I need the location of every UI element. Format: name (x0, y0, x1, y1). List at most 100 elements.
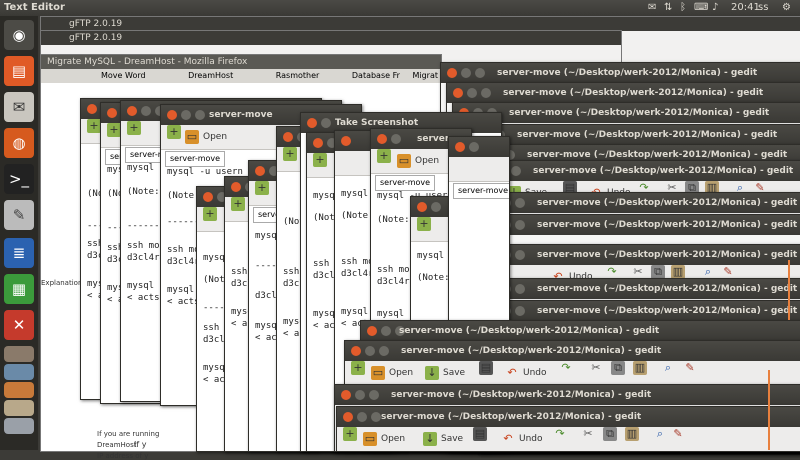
save-button[interactable]: Save (441, 427, 463, 451)
open-button[interactable]: Open (415, 149, 439, 173)
close-icon[interactable] (343, 412, 353, 422)
browser-tab[interactable]: Rasmother (276, 71, 320, 80)
paste-icon[interactable]: ▥ (633, 361, 647, 375)
page-link[interactable]: DreamHost (97, 441, 136, 449)
cut-icon[interactable]: ✂ (581, 427, 595, 441)
open-button[interactable]: Open (389, 361, 413, 385)
mail-icon[interactable]: ✉ (648, 2, 656, 13)
redo-icon[interactable]: ↷ (553, 427, 567, 441)
print-icon[interactable]: ▤ (479, 361, 493, 375)
undo-button[interactable]: Undo (519, 427, 543, 451)
maximize-icon[interactable] (379, 346, 389, 356)
close-icon[interactable] (127, 106, 137, 116)
keyboard-icon[interactable]: ⌨ (694, 2, 708, 13)
stacked-apps-icon[interactable] (4, 418, 34, 434)
ubuntu-icon[interactable]: ◉ (4, 20, 34, 50)
close-icon[interactable] (255, 166, 265, 176)
writer-icon[interactable]: ≣ (4, 238, 34, 268)
text-editor-icon[interactable]: ✎ (4, 200, 34, 230)
minimize-icon[interactable] (467, 88, 477, 98)
minimize-icon[interactable] (431, 202, 441, 212)
search-icon[interactable]: ⌕ (701, 265, 715, 279)
close-icon[interactable] (377, 134, 387, 144)
close-icon[interactable] (307, 118, 317, 128)
new-document-icon[interactable]: + (377, 149, 391, 163)
close-icon[interactable] (447, 68, 457, 78)
maximize-icon[interactable] (515, 284, 525, 294)
minimize-icon[interactable] (321, 118, 331, 128)
maximize-icon[interactable] (515, 306, 525, 316)
minimize-icon[interactable] (365, 346, 375, 356)
stacked-apps-icon[interactable] (4, 400, 34, 416)
maximize-icon[interactable] (371, 412, 381, 422)
new-document-icon[interactable]: + (87, 119, 101, 133)
search-icon[interactable]: ⌕ (653, 427, 667, 441)
document-tab[interactable]: server-move (453, 183, 509, 199)
close-icon[interactable] (351, 346, 361, 356)
firefox-icon[interactable]: ◍ (4, 128, 34, 158)
new-document-icon[interactable]: + (167, 125, 181, 139)
stacked-apps-icon[interactable] (4, 346, 34, 362)
minimize-icon[interactable] (357, 412, 367, 422)
new-document-icon[interactable]: + (255, 181, 269, 195)
new-document-icon[interactable]: + (351, 361, 365, 375)
paste-icon[interactable]: ▥ (625, 427, 639, 441)
paste-icon[interactable]: ▥ (671, 265, 685, 279)
new-document-icon[interactable]: + (343, 427, 357, 441)
files-icon[interactable]: ▤ (4, 56, 34, 86)
redo-icon[interactable]: ↷ (559, 361, 573, 375)
open-button[interactable]: Open (381, 427, 405, 451)
replace-icon[interactable]: ✎ (671, 427, 685, 441)
new-document-icon[interactable]: + (231, 197, 245, 211)
close-icon[interactable] (453, 88, 463, 98)
close-icon[interactable] (367, 326, 377, 336)
new-document-icon[interactable]: + (203, 207, 217, 221)
browser-tab[interactable]: DreamHost (188, 71, 233, 80)
maximize-icon[interactable] (515, 198, 525, 208)
new-document-icon[interactable]: + (313, 153, 327, 167)
replace-icon[interactable]: ✎ (721, 265, 735, 279)
search-icon[interactable]: ⌕ (661, 361, 675, 375)
maximize-icon[interactable] (369, 390, 379, 400)
browser-tab[interactable]: Database Fr (352, 71, 400, 80)
minimize-icon[interactable] (181, 110, 191, 120)
minimize-icon[interactable] (391, 134, 401, 144)
maximize-icon[interactable] (515, 220, 525, 230)
open-button[interactable]: Open (203, 125, 227, 149)
maximize-icon[interactable] (195, 110, 205, 120)
close-icon[interactable] (283, 132, 293, 142)
browser-tab[interactable]: Migrat (412, 71, 438, 80)
save-button[interactable]: Save (443, 361, 465, 385)
copy-icon[interactable]: ⧉ (603, 427, 617, 441)
minimize-icon[interactable] (469, 142, 479, 152)
calc-icon[interactable]: ▦ (4, 274, 34, 304)
close-icon[interactable] (203, 192, 213, 202)
terminal-icon[interactable]: >_ (4, 164, 34, 194)
settings-icon[interactable]: ✕ (4, 310, 34, 340)
stacked-apps-icon[interactable] (4, 364, 34, 380)
power-icon[interactable]: ⚙ (782, 2, 791, 13)
close-icon[interactable] (231, 182, 241, 192)
maximize-icon[interactable] (481, 88, 491, 98)
new-document-icon[interactable]: + (417, 217, 431, 231)
bluetooth-icon[interactable]: ᛒ (680, 2, 686, 13)
close-icon[interactable] (107, 108, 117, 118)
close-icon[interactable] (341, 136, 351, 146)
minimize-icon[interactable] (381, 326, 391, 336)
ftp-icon[interactable]: ✉ (4, 92, 34, 122)
minimize-icon[interactable] (355, 390, 365, 400)
print-icon[interactable]: ▤ (473, 427, 487, 441)
new-document-icon[interactable]: + (127, 121, 141, 135)
document-tab[interactable]: server-move (165, 151, 226, 167)
maximize-icon[interactable] (515, 250, 525, 260)
maximize-icon[interactable] (475, 68, 485, 78)
undo-button[interactable]: Undo (523, 361, 547, 385)
minimize-icon[interactable] (141, 106, 151, 116)
close-icon[interactable] (417, 202, 427, 212)
network-icon[interactable]: ⇅ (664, 2, 672, 13)
document-tab[interactable]: server-move (375, 175, 436, 191)
copy-icon[interactable]: ⧉ (611, 361, 625, 375)
minimize-icon[interactable] (461, 68, 471, 78)
cut-icon[interactable]: ✂ (589, 361, 603, 375)
close-icon[interactable] (313, 138, 323, 148)
